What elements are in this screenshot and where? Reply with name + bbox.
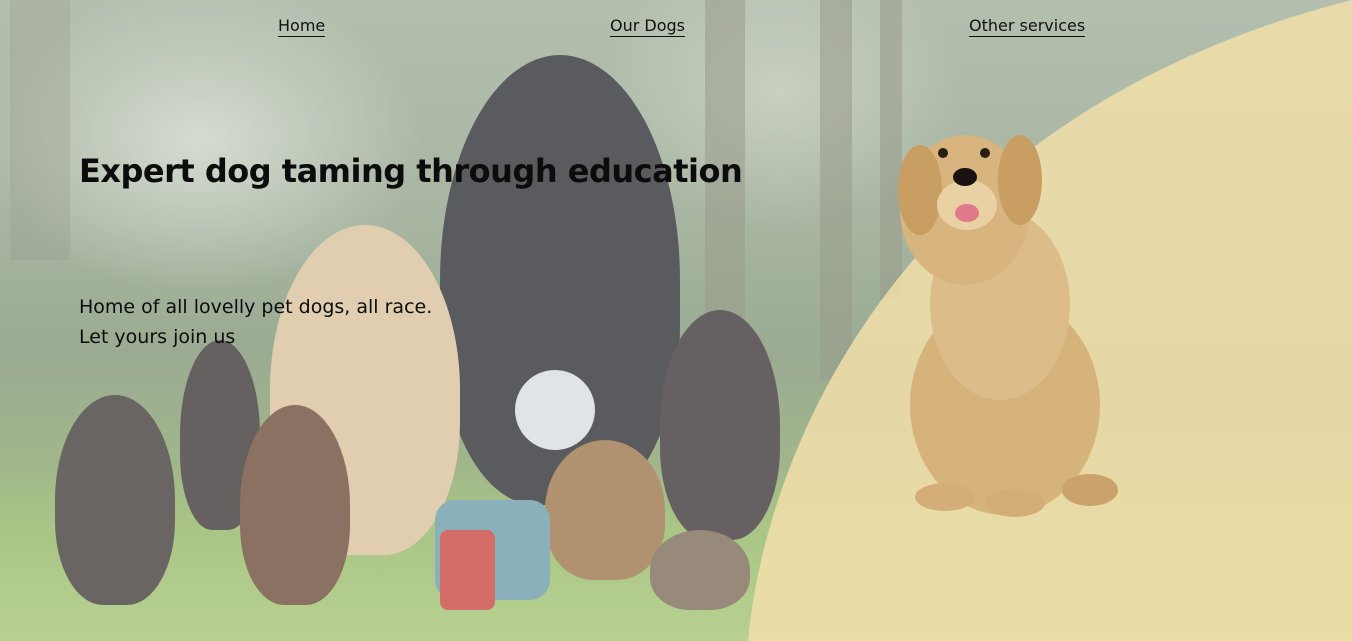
hero-headline: Expert dog taming through education (79, 152, 743, 190)
nav-link-our-dogs[interactable]: Our Dogs (610, 16, 685, 37)
nav-link-home[interactable]: Home (278, 16, 326, 37)
hero-tagline-line-1: Home of all lovelly pet dogs, all race. (79, 296, 433, 318)
hero-tagline: Home of all lovelly pet dogs, all race. … (79, 292, 432, 352)
hero-tagline-line-2: Let yours join us (79, 326, 236, 348)
landing-page: Home Our Dogs Other services Expert dog … (0, 0, 1352, 641)
golden-retriever-image (898, 135, 1118, 517)
nav-link-other-services[interactable]: Other services (969, 16, 1086, 37)
main-navigation: Home Our Dogs Other services (0, 16, 1352, 46)
